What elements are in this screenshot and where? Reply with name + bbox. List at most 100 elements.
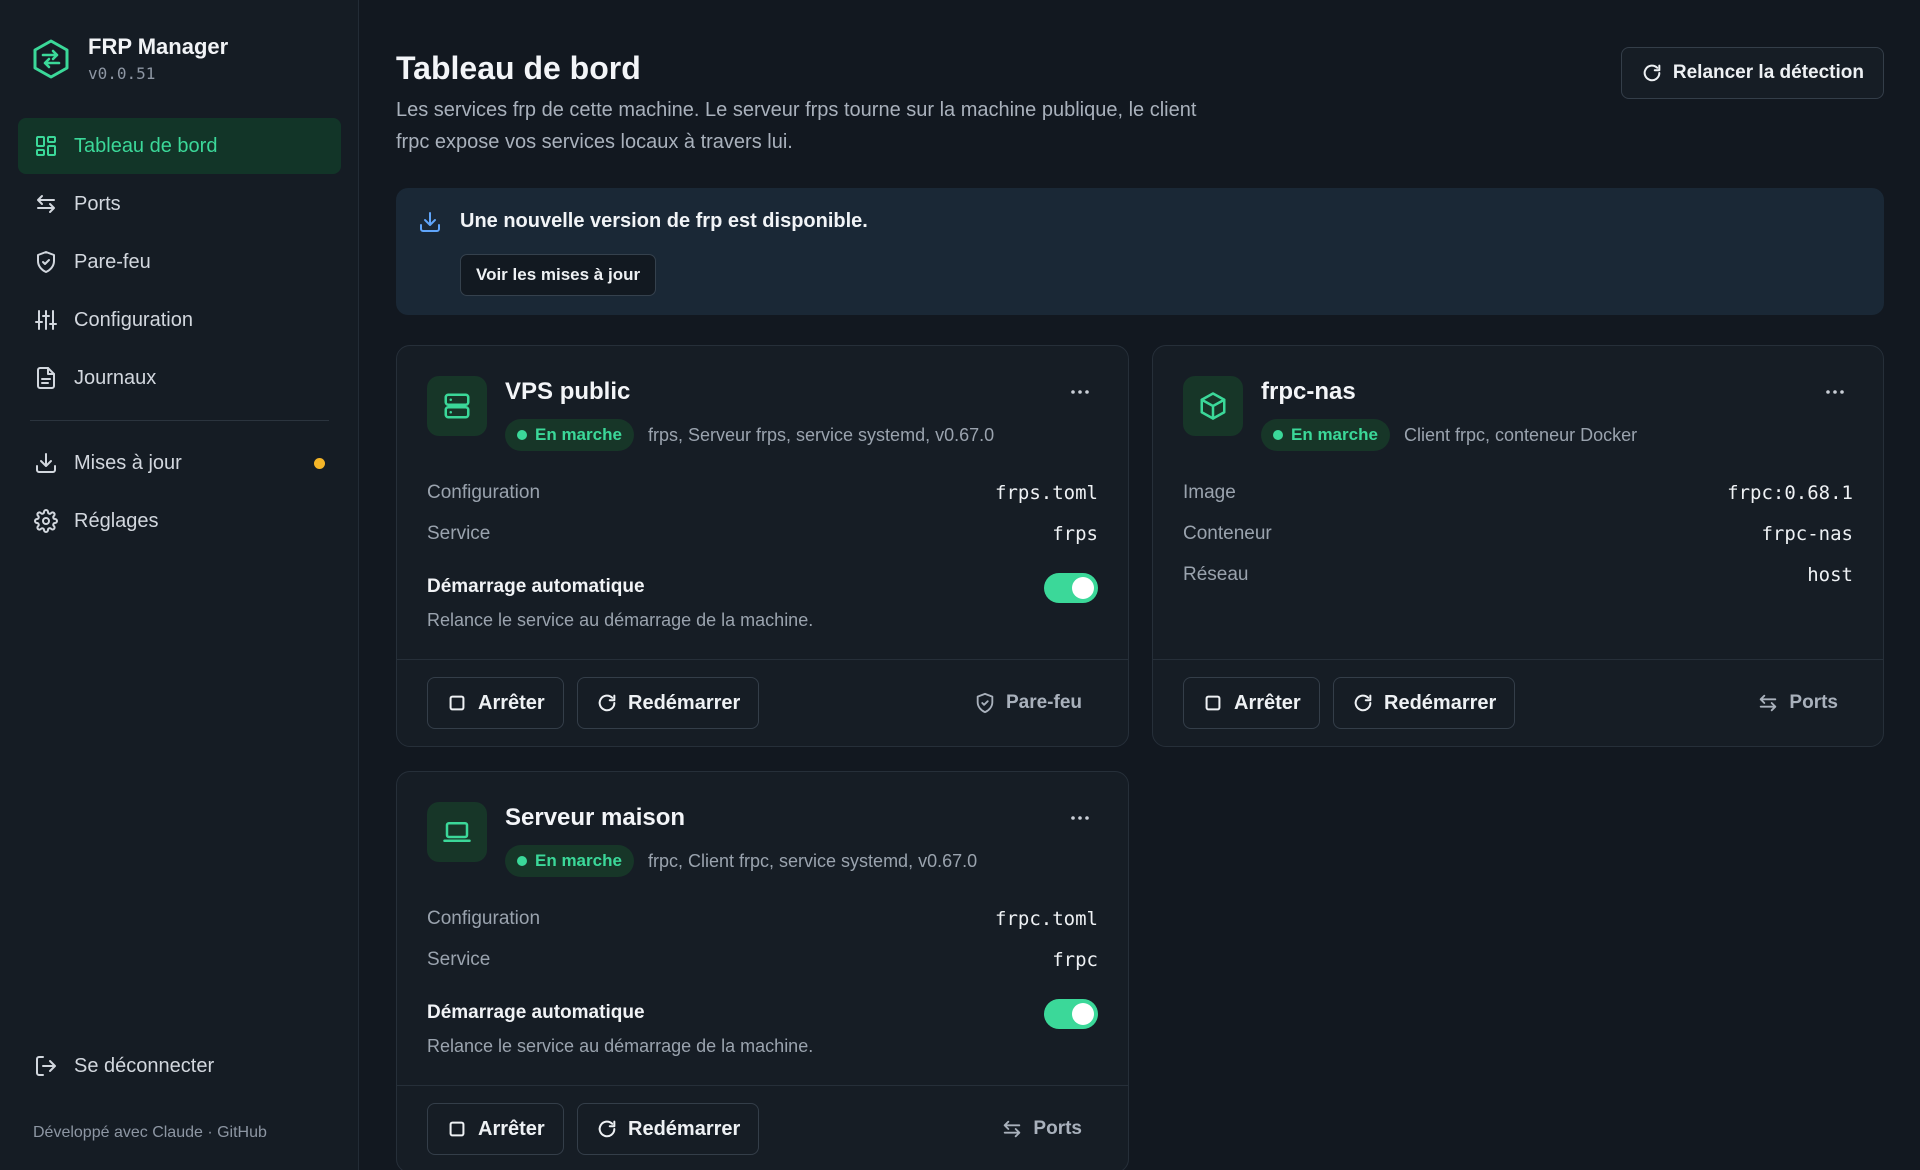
- more-horizontal-icon: [1071, 816, 1089, 820]
- autostart-description: Relance le service au démarrage de la ma…: [427, 1036, 814, 1056]
- download-icon: [420, 212, 440, 232]
- sidebar-divider: [30, 420, 329, 421]
- restart-button[interactable]: Redémarrer: [1333, 677, 1516, 729]
- shield-icon: [37, 251, 55, 273]
- sidebar-item-dashboard[interactable]: Tableau de bord: [18, 118, 341, 174]
- sidebar-item-label: Configuration: [74, 308, 193, 331]
- sidebar-nav: Tableau de bord Ports Pare-feu Configura…: [18, 118, 341, 551]
- shield-icon: [976, 692, 994, 714]
- sidebar: FRP Manager v0.0.51 Tableau de bord Port…: [0, 0, 359, 1170]
- footer-text: Développé avec Claude: [33, 1124, 203, 1141]
- logout-label: Se déconnecter: [74, 1054, 215, 1077]
- detail-value: frps.toml: [995, 482, 1098, 504]
- page-description: Les services frp de cette machine. Le se…: [396, 99, 1197, 153]
- status-label: En marche: [535, 425, 622, 444]
- stop-label: Arrêter: [478, 1117, 545, 1140]
- detail-row: Réseau host: [1183, 560, 1853, 590]
- autostart-description: Relance le service au démarrage de la ma…: [427, 610, 814, 630]
- more-menu-button[interactable]: [1817, 374, 1853, 410]
- restart-button[interactable]: Redémarrer: [577, 677, 760, 729]
- laptop-icon: [443, 822, 471, 842]
- banner-title: Une nouvelle version de frp est disponib…: [460, 210, 868, 232]
- update-banner: Une nouvelle version de frp est disponib…: [396, 188, 1884, 315]
- ports-link-label: Ports: [1033, 1118, 1082, 1139]
- app-version: v0.0.51: [88, 64, 156, 83]
- download-icon: [36, 453, 56, 473]
- firewall-link-label: Pare-feu: [1005, 692, 1082, 713]
- footer-separator: ·: [202, 1124, 218, 1141]
- ports-link[interactable]: Ports: [1001, 1103, 1082, 1155]
- sidebar-item-firewall[interactable]: Pare-feu: [18, 234, 341, 290]
- grid-icon: [36, 136, 56, 156]
- container-box-icon: [1200, 392, 1226, 420]
- detail-row: Service frps: [427, 519, 1098, 549]
- sidebar-item-ports[interactable]: Ports: [18, 176, 341, 232]
- status-badge: En marche: [505, 419, 634, 451]
- sidebar-item-label: Journaux: [74, 366, 157, 389]
- refresh-icon: [598, 694, 616, 712]
- autostart-title: Démarrage automatique: [427, 576, 645, 597]
- update-indicator-dot: [314, 458, 325, 469]
- sliders-icon: [35, 310, 57, 330]
- status-dot: [517, 430, 527, 440]
- logout-icon: [36, 1056, 56, 1076]
- more-menu-button[interactable]: [1062, 374, 1098, 410]
- view-updates-button[interactable]: Voir les mises à jour: [460, 254, 657, 296]
- server-icon: [444, 393, 470, 419]
- restart-button[interactable]: Redémarrer: [577, 1103, 760, 1155]
- arrows-icon: [37, 195, 55, 213]
- card-divider: [397, 659, 1128, 660]
- app-name: FRP Manager: [88, 34, 229, 59]
- card-subtitle: frps, Serveur frps, service systemd, v0.…: [648, 425, 995, 445]
- detail-value: frpc.toml: [995, 908, 1098, 930]
- status-dot: [517, 856, 527, 866]
- autostart-toggle[interactable]: [1044, 999, 1098, 1029]
- ports-link[interactable]: Ports: [1757, 677, 1838, 729]
- sidebar-item-settings[interactable]: Réglages: [18, 493, 341, 549]
- detail-row: Configuration frpc.toml: [427, 904, 1098, 934]
- ports-link-label: Ports: [1789, 692, 1838, 713]
- service-card-vps: VPS public En marche frps, Serveur frps,…: [396, 345, 1129, 747]
- stop-label: Arrêter: [478, 691, 545, 714]
- detail-value: host: [1807, 564, 1853, 586]
- arrows-icon: [1004, 1120, 1021, 1138]
- status-dot: [1273, 430, 1283, 440]
- card-icon-box: [427, 376, 487, 436]
- detail-value: frpc-nas: [1761, 523, 1853, 545]
- autostart-toggle[interactable]: [1044, 573, 1098, 603]
- more-horizontal-icon: [1071, 390, 1089, 394]
- restart-label: Redémarrer: [628, 691, 741, 714]
- redetect-button[interactable]: Relancer la détection: [1620, 47, 1884, 99]
- detail-label: Conteneur: [1183, 523, 1272, 544]
- sidebar-item-logs[interactable]: Journaux: [18, 350, 341, 406]
- detail-value: frpc: [1052, 949, 1098, 971]
- card-title: Serveur maison: [505, 804, 686, 831]
- service-card-home: Serveur maison En marche frpc, Client fr…: [396, 771, 1129, 1170]
- more-horizontal-icon: [1826, 390, 1844, 394]
- card-subtitle: frpc, Client frpc, service systemd, v0.6…: [648, 851, 978, 871]
- sidebar-item-label: Mises à jour: [74, 451, 182, 474]
- restart-label: Redémarrer: [1384, 691, 1497, 714]
- card-subtitle: Client frpc, conteneur Docker: [1404, 425, 1638, 445]
- autostart-title: Démarrage automatique: [427, 1002, 645, 1023]
- detail-row: Configuration frps.toml: [427, 478, 1098, 508]
- stop-button[interactable]: Arrêter: [1183, 677, 1320, 729]
- detail-value: frpc:0.68.1: [1727, 482, 1853, 504]
- brand[interactable]: FRP Manager v0.0.51: [30, 34, 228, 83]
- more-menu-button[interactable]: [1062, 800, 1098, 836]
- detail-label: Configuration: [427, 482, 541, 503]
- status-label: En marche: [535, 851, 622, 870]
- frp-logo-icon: [33, 39, 69, 78]
- detail-label: Réseau: [1183, 564, 1249, 585]
- logout-button[interactable]: Se déconnecter: [34, 1054, 214, 1078]
- sidebar-item-updates[interactable]: Mises à jour: [18, 435, 341, 491]
- sidebar-item-label: Tableau de bord: [74, 134, 218, 157]
- sidebar-item-configuration[interactable]: Configuration: [18, 292, 341, 348]
- stop-button[interactable]: Arrêter: [427, 1103, 564, 1155]
- stop-icon: [1205, 695, 1221, 711]
- card-icon-box: [427, 802, 487, 862]
- github-link[interactable]: GitHub: [217, 1124, 267, 1141]
- detail-row: Conteneur frpc-nas: [1183, 519, 1853, 549]
- stop-button[interactable]: Arrêter: [427, 677, 564, 729]
- firewall-link[interactable]: Pare-feu: [974, 677, 1082, 729]
